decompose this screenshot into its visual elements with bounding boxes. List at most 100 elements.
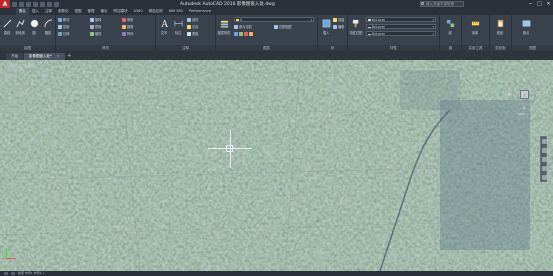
move-button[interactable]: 移动 <box>58 17 69 22</box>
clipboard-panel: 粘贴 剪贴板 <box>490 15 512 51</box>
group-button[interactable]: 组 <box>444 17 456 39</box>
redo-icon[interactable] <box>54 1 59 7</box>
tab-bim360[interactable]: BIM 360 <box>166 8 186 15</box>
insert-block-button[interactable]: 插入 <box>320 17 332 39</box>
layer-off-icon[interactable] <box>234 31 238 36</box>
tab-annotate[interactable]: 注释 <box>42 8 55 15</box>
leader-button[interactable]: 引线 <box>187 24 198 29</box>
open-icon[interactable] <box>19 1 24 7</box>
drawing-canvas[interactable]: [-][俯视][二维线框] 上 北 南 东 西 WCS <box>0 60 553 271</box>
array-icon <box>122 31 126 36</box>
line-label: 直线 <box>3 31 11 35</box>
search-input[interactable]: 键入关键字或短语 <box>420 1 464 7</box>
tab-featured-apps[interactable]: 精选应用 <box>146 8 166 15</box>
stretch-button[interactable]: 拉伸 <box>58 31 69 36</box>
array-button[interactable]: 阵列 <box>122 31 133 36</box>
viewcube-east[interactable]: 东 <box>537 92 540 96</box>
doc-tab-start[interactable]: 开始 <box>6 53 23 60</box>
layer-lock-icon[interactable] <box>249 31 253 36</box>
scale-label: 缩放 <box>95 32 102 36</box>
polyline-button[interactable]: 多段线 <box>14 17 26 39</box>
linear-button[interactable]: 线性 <box>187 17 198 22</box>
measure-button[interactable]: 测量 <box>469 17 481 39</box>
viewport-controls[interactable]: [-][俯视][二维线框] <box>5 64 35 69</box>
tab-performance[interactable]: Performance <box>186 8 214 15</box>
lineweight-value: ByLayer <box>372 25 385 29</box>
stretch-icon <box>58 31 62 36</box>
minimize-button[interactable]: ─ <box>526 0 535 8</box>
lightbulb-icon <box>236 18 239 21</box>
maximize-button[interactable]: □ <box>535 0 544 8</box>
tab-insert[interactable]: 插入 <box>29 8 42 15</box>
plot-icon[interactable] <box>40 1 45 7</box>
layer-dropdown[interactable]: 0 ▾ <box>234 17 314 22</box>
text-button[interactable]: A 文字 <box>158 17 170 39</box>
tab-view[interactable]: 视图 <box>72 8 85 15</box>
new-tab-button[interactable]: + <box>66 53 73 60</box>
zoom-icon[interactable] <box>541 157 547 162</box>
match-properties-icon <box>352 19 358 28</box>
dimension-button[interactable]: 标注 <box>172 17 184 39</box>
edit-block-button[interactable]: 编辑 <box>333 24 344 29</box>
showmotion-icon[interactable] <box>541 175 547 180</box>
create-block-button[interactable]: 创建 <box>333 17 344 22</box>
save-as-icon[interactable] <box>33 1 38 7</box>
viewcube-top-face[interactable]: 上 <box>520 90 529 99</box>
color-dropdown[interactable]: ByLayer ▾ <box>366 17 436 22</box>
mirror-button[interactable]: 镜像 <box>90 24 101 29</box>
ribbon: 直线 多段线 圆 圆弧 绘图 移动 复制 拉伸 旋转 镜像 缩放 修剪 圆角 阵… <box>0 15 553 51</box>
copy-button[interactable]: 复制 <box>58 24 69 29</box>
wcs-menu[interactable]: WCS <box>518 112 525 116</box>
close-button[interactable]: ✕ <box>544 0 553 8</box>
layout-tabs[interactable]: 模型 布局1 布局2 + <box>18 271 45 275</box>
match-layer-button[interactable]: 匹配图层 <box>274 24 292 29</box>
linetype-dropdown[interactable]: ByLayer ▾ <box>366 31 436 36</box>
scale-button[interactable]: 缩放 <box>90 31 101 36</box>
doc-tab-active[interactable]: 影像图嵌入处* × <box>24 53 65 60</box>
draw-panel: 直线 多段线 圆 圆弧 绘图 <box>0 15 56 51</box>
trim-button[interactable]: 修剪 <box>122 17 133 22</box>
orbit-icon[interactable] <box>541 166 547 171</box>
layer-properties-button[interactable]: 图层特性 <box>218 17 230 39</box>
tab-manage[interactable]: 管理 <box>85 8 98 15</box>
viewcube-south[interactable]: 南 <box>523 106 526 110</box>
match-properties-button[interactable]: 特性匹配 <box>350 17 362 39</box>
new-icon[interactable] <box>12 1 17 7</box>
tab-output[interactable]: 输出 <box>98 8 111 15</box>
viewcube-west[interactable]: 西 <box>508 92 511 96</box>
base-view-icon <box>522 20 530 27</box>
tab-a360[interactable]: A360 <box>131 8 146 15</box>
table-label: 表格 <box>192 32 199 36</box>
arc-button[interactable]: 圆弧 <box>42 17 54 39</box>
lineweight-dropdown[interactable]: ByLayer ▾ <box>366 24 436 29</box>
layer-properties-label: 图层特性 <box>217 31 231 35</box>
steering-wheel-icon[interactable] <box>541 139 547 144</box>
layer-isolate-icon[interactable] <box>239 31 243 36</box>
snap-icon[interactable] <box>10 271 15 275</box>
status-bar: 模型 布局1 布局2 + <box>0 271 553 276</box>
tab-parametric[interactable]: 参数化 <box>55 8 72 15</box>
properties-panel: 特性匹配 ByLayer ▾ ByLayer ▾ ByLayer ▾ 特性 <box>348 15 440 51</box>
rotate-button[interactable]: 旋转 <box>90 17 101 22</box>
pan-icon[interactable] <box>541 148 547 153</box>
base-view-button[interactable]: 基点 <box>520 17 532 39</box>
application-menu-button[interactable]: A <box>0 0 10 8</box>
paste-label: 粘贴 <box>496 31 504 35</box>
grid-icon[interactable] <box>4 271 8 275</box>
line-button[interactable]: 直线 <box>1 17 13 39</box>
linetype-value: ByLayer <box>372 32 385 36</box>
make-current-button[interactable]: 置为当前 <box>234 24 252 29</box>
save-icon[interactable] <box>26 1 31 7</box>
tab-home[interactable]: 默认 <box>16 8 29 15</box>
close-icon[interactable]: × <box>57 54 60 58</box>
table-button[interactable]: 表格 <box>187 31 198 36</box>
viewcube-north[interactable]: 北 <box>523 78 526 82</box>
tab-addins[interactable]: 附加模块 <box>111 8 131 15</box>
layer-freeze-icon[interactable] <box>244 31 248 36</box>
paste-button[interactable]: 粘贴 <box>494 17 506 39</box>
chevron-down-icon: ▾ <box>432 32 434 36</box>
undo-icon[interactable] <box>47 1 52 7</box>
circle-button[interactable]: 圆 <box>28 17 40 39</box>
modify-panel: 移动 复制 拉伸 旋转 镜像 缩放 修剪 圆角 阵列 修改 <box>56 15 156 51</box>
fillet-button[interactable]: 圆角 <box>122 24 133 29</box>
